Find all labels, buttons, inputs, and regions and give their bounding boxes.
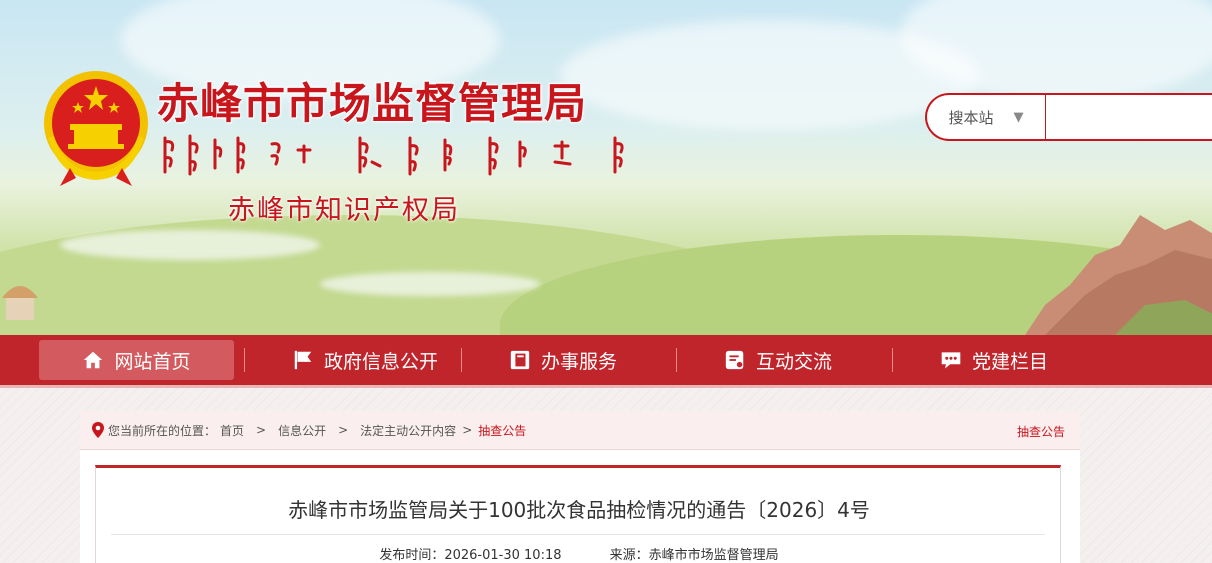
article-source: 来源：赤峰市市场监督管理局: [609, 548, 779, 563]
article-title: 赤峰市市场监管局关于100批次食品抽检情况的通告〔2026〕4号: [288, 498, 870, 522]
nav-item-gov-info[interactable]: 政府信息公开: [292, 340, 438, 380]
pavilion-decoration: [2, 286, 38, 320]
chevron-down-icon: ▼: [1013, 109, 1024, 125]
flag-icon: [294, 350, 312, 370]
breadcrumb-link-statutory[interactable]: 法定主动公开内容: [360, 422, 456, 439]
nav-item-interaction[interactable]: 互动交流: [724, 340, 832, 380]
national-emblem-icon: [44, 71, 148, 186]
nav-divider: [892, 348, 893, 372]
header-banner: 赤峰市市场监督管理局 赤峰市知识产权局 搜本站 ▼: [0, 0, 1212, 335]
river-decoration: [60, 230, 320, 260]
article-card: 赤峰市市场监管局关于100批次食品抽检情况的通告〔2026〕4号 发布时间：20…: [95, 465, 1061, 563]
search-box: 搜本站 ▼: [925, 93, 1212, 141]
breadcrumb-separator: >: [256, 423, 267, 437]
breadcrumb-current[interactable]: 抽查公告: [478, 422, 526, 439]
nav-divider: [461, 348, 462, 372]
section-label: 抽查公告: [1016, 425, 1065, 439]
divider: [111, 534, 1045, 535]
breadcrumb-separator: >: [462, 423, 473, 437]
nav-item-label: 网站首页: [114, 350, 191, 373]
nav-item-home[interactable]: 网站首页: [39, 340, 234, 380]
nav-item-label: 政府信息公开: [324, 350, 439, 373]
breadcrumb-link-home[interactable]: 首页: [220, 422, 244, 439]
home-icon: [84, 351, 103, 369]
search-input[interactable]: [1047, 97, 1212, 139]
message-bubble-icon: [941, 352, 961, 369]
site-subtitle: 赤峰市知识产权局: [228, 195, 460, 226]
search-scope-label: 搜本站: [948, 108, 994, 127]
article-meta: 发布时间：2026-01-30 10:18 来源：赤峰市市场监督管理局: [96, 544, 1062, 563]
mountain-decoration: [1025, 215, 1212, 335]
publish-time: 发布时间：2026-01-30 10:18: [379, 548, 562, 563]
breadcrumb: 您当前所在的位置： 首页 > 信息公开 > 法定主动公开内容 > 抽查公告 抽查…: [80, 411, 1080, 450]
service-book-icon: [510, 350, 530, 370]
site-title: 赤峰市市场监督管理局: [157, 79, 588, 128]
nav-divider: [676, 348, 677, 372]
breadcrumb-prefix: 您当前所在的位置：: [108, 423, 217, 438]
chat-document-icon: [725, 350, 744, 370]
breadcrumb-link-info[interactable]: 信息公开: [278, 422, 326, 439]
main-nav: 网站首页 政府信息公开 办事服务 互动交流 党建栏目: [0, 335, 1212, 388]
search-scope-select[interactable]: 搜本站 ▼: [927, 95, 1046, 139]
nav-item-label: 互动交流: [756, 350, 833, 373]
river-decoration: [320, 272, 540, 296]
location-pin-icon: [92, 422, 104, 438]
mongolian-title-decoration: [163, 134, 624, 176]
nav-item-party-building[interactable]: 党建栏目: [940, 340, 1048, 380]
nav-divider: [244, 348, 245, 372]
nav-item-label: 办事服务: [541, 350, 618, 373]
breadcrumb-separator: >: [338, 423, 349, 437]
nav-item-label: 党建栏目: [972, 350, 1049, 373]
nav-item-services[interactable]: 办事服务: [509, 340, 617, 380]
content-panel: 您当前所在的位置： 首页 > 信息公开 > 法定主动公开内容 > 抽查公告 抽查…: [80, 411, 1080, 563]
